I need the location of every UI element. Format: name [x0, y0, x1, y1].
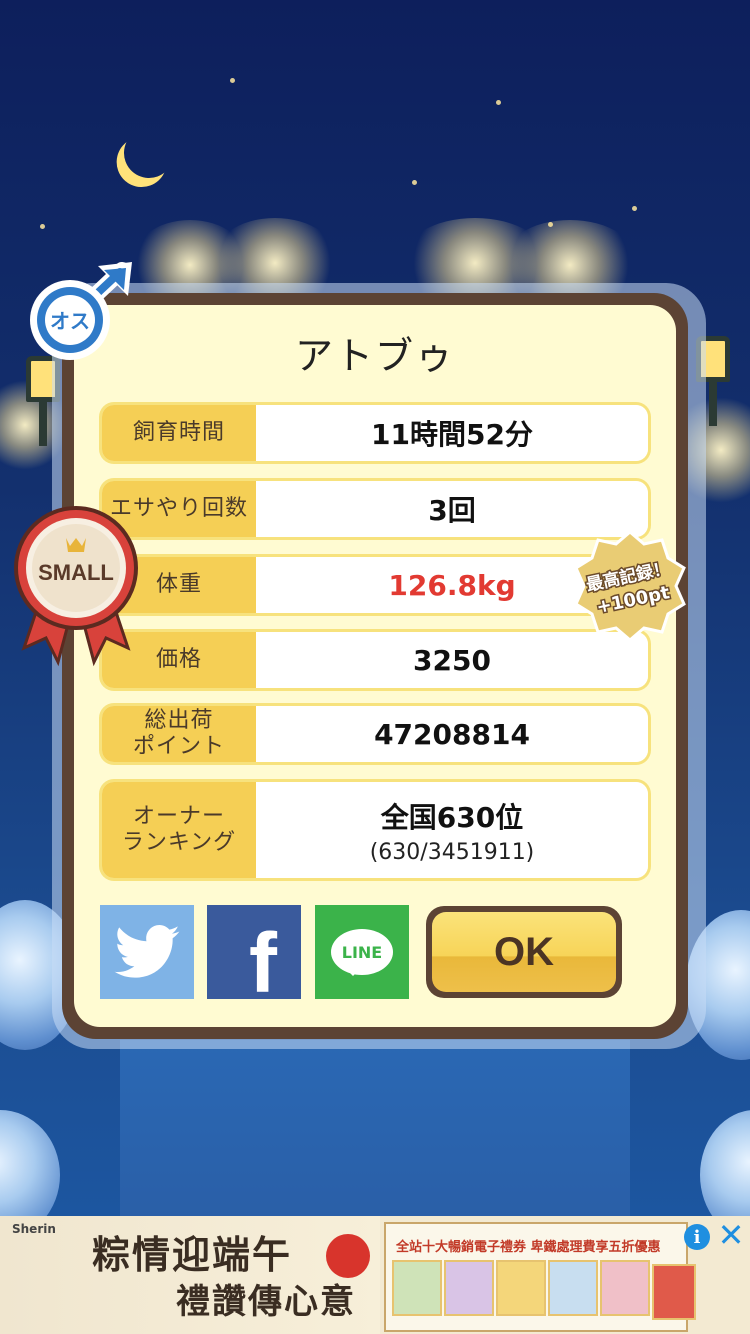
ad-info-icon[interactable]: i — [684, 1224, 710, 1250]
ranking-detail: (630/3451911) — [369, 839, 535, 865]
ad-banner[interactable]: Sherin 粽情迎端午 禮讚傳心意 全站十大暢銷電子禮券 卑鐵處理費享五折優惠 — [0, 1216, 750, 1334]
male-icon: オス — [26, 262, 136, 362]
ok-button[interactable]: OK — [426, 906, 622, 998]
star — [496, 100, 501, 105]
star — [230, 78, 235, 83]
road — [120, 1040, 630, 1216]
stat-value: 3回 — [256, 481, 648, 537]
stat-label: 総出荷 ポイント — [102, 706, 256, 762]
star — [632, 206, 637, 211]
ad-headline-1: 粽情迎端午 — [92, 1232, 293, 1277]
stat-label: 飼育時間 — [102, 405, 256, 461]
ad-product-thumb — [600, 1260, 650, 1316]
size-label: SMALL — [38, 560, 114, 585]
star — [40, 224, 45, 229]
ad-product-thumb — [444, 1260, 494, 1316]
ok-button-label: OK — [432, 912, 616, 992]
ad-brand: Sherin — [12, 1222, 56, 1236]
stat-row-weight: 体重 126.8kg — [102, 557, 648, 613]
stat-label: オーナー ランキング — [102, 782, 256, 878]
moon-icon — [117, 121, 181, 185]
ad-headline-2: 禮讚傳心意 — [176, 1282, 356, 1322]
ad-product-thumb — [652, 1264, 696, 1320]
stat-row-breeding-time: 飼育時間 11時間52分 — [102, 405, 648, 461]
ad-sun-icon — [326, 1234, 370, 1278]
twitter-share-button[interactable] — [100, 905, 194, 999]
facebook-share-button[interactable]: f — [207, 905, 301, 1010]
ranking-value: 全国630位 — [380, 800, 524, 834]
stat-value: 全国630位 (630/3451911) — [256, 782, 648, 878]
ad-product-thumb — [392, 1260, 442, 1316]
pet-name: アトブゥ — [294, 334, 455, 378]
size-medal-icon: SMALL — [14, 498, 138, 668]
star — [412, 180, 417, 185]
ad-product-thumb — [548, 1260, 598, 1316]
twitter-icon — [114, 925, 180, 978]
gender-label: オス — [50, 309, 90, 333]
facebook-icon: f — [249, 915, 277, 1010]
line-share-button[interactable]: LINE — [315, 905, 409, 999]
ad-close-icon[interactable]: ✕ — [716, 1219, 746, 1251]
stat-row-feed-count: エサやり回数 3回 — [102, 481, 648, 537]
stat-row-price: 価格 3250 — [102, 632, 648, 688]
record-badge: 最高記録！ +100pt — [574, 530, 686, 642]
stat-value: 11時間52分 — [256, 405, 648, 461]
ad-promo-text: 全站十大暢銷電子禮券 卑鐵處理費享五折優惠 — [396, 1240, 661, 1255]
line-icon: LINE — [331, 929, 393, 976]
stat-row-total-points: 総出荷 ポイント 47208814 — [102, 706, 648, 762]
glow-orb — [0, 1110, 60, 1216]
ad-product-thumb — [496, 1260, 546, 1316]
stat-value: 47208814 — [256, 706, 648, 762]
stat-row-owner-ranking: オーナー ランキング 全国630位 (630/3451911) — [102, 782, 648, 878]
glow-orb — [700, 1110, 750, 1216]
